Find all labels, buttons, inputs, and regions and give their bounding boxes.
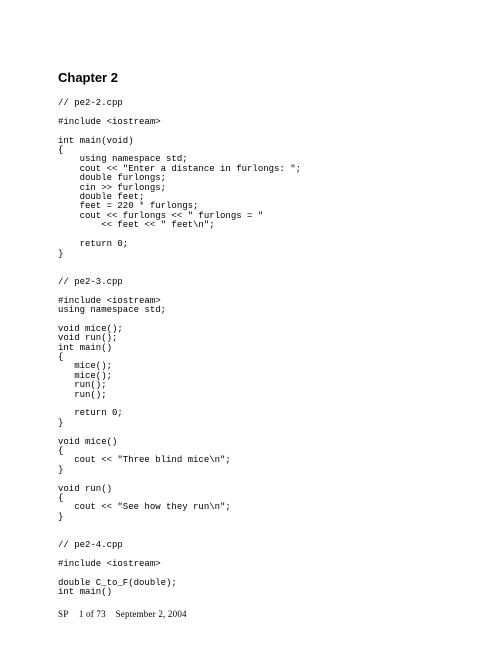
document-page: Chapter 2 // pe2-2.cpp #include <iostrea… (0, 0, 502, 649)
footer-label: SP (58, 609, 68, 619)
code-listing: // pe2-2.cpp #include <iostream> int mai… (58, 99, 444, 598)
footer-page-number: 1 of 73 (79, 609, 106, 619)
footer-date: September 2, 2004 (116, 609, 187, 619)
chapter-title: Chapter 2 (58, 70, 444, 85)
page-footer: SP 1 of 73 September 2, 2004 (58, 609, 187, 619)
